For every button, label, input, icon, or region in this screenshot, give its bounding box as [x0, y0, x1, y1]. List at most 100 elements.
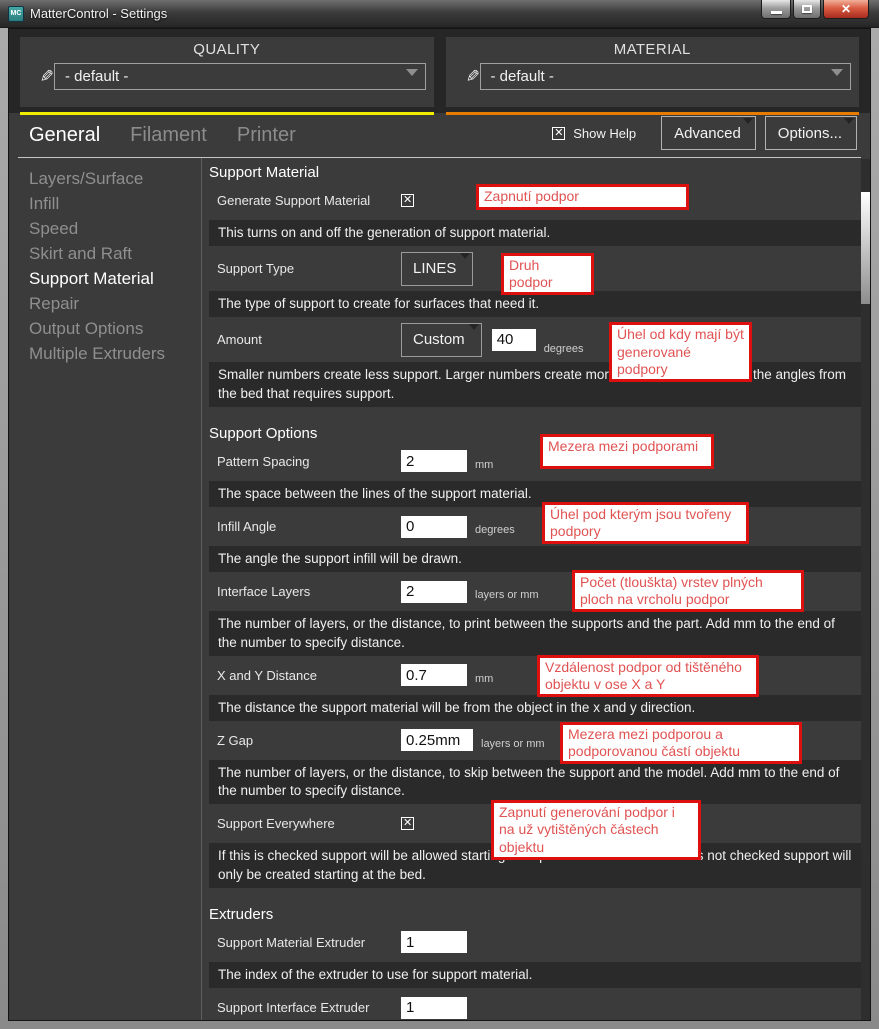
setting-row-interface-layers: Interface Layers layers or mm Počet (tlo…	[217, 579, 861, 604]
show-help-checkbox[interactable]	[552, 127, 565, 140]
chevron-down-icon	[406, 69, 418, 76]
scrollbar-thumb[interactable]	[861, 192, 870, 304]
sidebar-item-support-material[interactable]: Support Material	[29, 266, 201, 291]
interface-layers-input[interactable]	[401, 581, 467, 603]
settings-panel: Support Material Generate Support Materi…	[202, 158, 870, 1020]
sidebar-item-multiple-extruders[interactable]: Multiple Extruders	[29, 341, 201, 366]
chevron-down-icon	[469, 324, 479, 330]
setting-row-infill-angle: Infill Angle degrees Úhel pod kterým jso…	[217, 514, 861, 539]
edit-pencil-icon[interactable]: ✎	[454, 67, 480, 87]
sidebar-item-infill[interactable]: Infill	[29, 191, 201, 216]
sidebar-item-skirt-and-raft[interactable]: Skirt and Raft	[29, 241, 201, 266]
titlebar[interactable]: MC MatterControl - Settings ✕	[0, 0, 879, 28]
app-icon: MC	[8, 6, 24, 22]
edit-pencil-icon[interactable]: ✎	[28, 67, 54, 87]
tab-printer[interactable]: Printer	[237, 124, 296, 147]
unit-label: layers or mm	[481, 738, 545, 750]
amount-mode-value: Custom	[413, 331, 465, 348]
minimize-icon	[771, 11, 782, 14]
show-help-label: Show Help	[573, 126, 636, 141]
amount-mode-dropdown[interactable]: Custom	[401, 323, 482, 357]
annotation-amount: Úhel od kdy mají být generované podpory	[609, 322, 752, 381]
setting-label: Amount	[217, 332, 401, 347]
setting-row-generate-support: Generate Support Material Zapnutí podpor	[217, 188, 861, 213]
pattern-spacing-input[interactable]	[401, 450, 467, 472]
options-button-label: Options...	[778, 125, 842, 142]
infill-angle-input[interactable]	[401, 516, 467, 538]
window-frame: QUALITY ✎ - default - MATERIAL ✎ - defau…	[0, 28, 879, 1029]
setting-row-amount: Amount Custom degrees Úhel od kdy mají b…	[217, 321, 861, 358]
tab-general[interactable]: General	[29, 124, 100, 147]
setting-row-z-gap: Z Gap layers or mm Mezera mezi podporou …	[217, 728, 861, 753]
support-material-extruder-input[interactable]	[401, 931, 467, 953]
show-help-toggle[interactable]: Show Help	[552, 126, 636, 141]
sidebar-item-layers-surface[interactable]: Layers/Surface	[29, 166, 201, 191]
support-everywhere-checkbox[interactable]	[401, 817, 414, 830]
setting-label: Support Interface Extruder	[217, 1000, 401, 1015]
section-title-extruders: Extruders	[209, 906, 861, 923]
setting-label: X and Y Distance	[217, 668, 401, 683]
help-text: Smaller numbers create less support. Lar…	[209, 362, 861, 406]
unit-label: degrees	[544, 343, 584, 355]
setting-label: Pattern Spacing	[217, 454, 401, 469]
setting-row-support-everywhere: Support Everywhere Zapnutí generování po…	[217, 811, 861, 836]
chevron-down-icon	[743, 118, 753, 124]
main-area: Layers/Surface Infill Speed Skirt and Ra…	[9, 158, 870, 1020]
annotation-support-everywhere: Zapnutí generování podpor i na už vytišt…	[491, 800, 701, 859]
annotation-z-gap: Mezera mezi podporou a podporovanou část…	[560, 722, 802, 764]
annotation-interface-layers: Počet (tlouškta) vrstev plných ploch na …	[572, 570, 804, 612]
unit-label: mm	[475, 459, 493, 471]
help-text: The index of the extruder to use for sup…	[209, 962, 861, 988]
annotation-pattern-spacing: Mezera mezi podporami	[540, 434, 714, 469]
support-type-dropdown[interactable]: LINES	[401, 252, 473, 286]
presets-bar: QUALITY ✎ - default - MATERIAL ✎ - defau…	[9, 29, 870, 113]
window-content: QUALITY ✎ - default - MATERIAL ✎ - defau…	[8, 28, 871, 1021]
maximize-button[interactable]	[793, 0, 821, 19]
close-icon: ✕	[841, 2, 851, 16]
quality-panel: QUALITY ✎ - default -	[20, 37, 434, 107]
advanced-button[interactable]: Advanced	[661, 116, 756, 150]
help-text: The space between the lines of the suppo…	[209, 481, 861, 507]
window-title: MatterControl - Settings	[30, 6, 167, 21]
material-select[interactable]: - default -	[480, 63, 852, 90]
setting-label: Z Gap	[217, 733, 401, 748]
material-select-value: - default -	[491, 68, 554, 85]
support-interface-extruder-input[interactable]	[401, 997, 467, 1019]
chevron-down-icon	[831, 69, 843, 76]
tab-filament[interactable]: Filament	[130, 124, 207, 147]
close-button[interactable]: ✕	[823, 0, 869, 19]
setting-row-pattern-spacing: Pattern Spacing mm Mezera mezi podporami	[217, 449, 861, 474]
setting-row-support-interface-extruder: Support Interface Extruder	[217, 995, 861, 1020]
help-text: The number of layers, or the distance, t…	[209, 760, 861, 804]
vertical-scrollbar[interactable]	[861, 159, 870, 1020]
annotation-infill-angle: Úhel pod kterým jsou tvořeny podpory	[542, 502, 749, 544]
options-button[interactable]: Options...	[765, 116, 857, 150]
setting-label: Support Material Extruder	[217, 935, 401, 950]
xy-distance-input[interactable]	[401, 664, 467, 686]
quality-select[interactable]: - default -	[54, 63, 426, 90]
material-panel: MATERIAL ✎ - default -	[446, 37, 860, 107]
setting-label: Support Type	[217, 261, 401, 276]
unit-label: layers or mm	[475, 589, 539, 601]
z-gap-input[interactable]	[401, 729, 473, 751]
sidebar-item-output-options[interactable]: Output Options	[29, 316, 201, 341]
quality-title: QUALITY	[28, 41, 426, 58]
minimize-button[interactable]	[761, 0, 791, 19]
amount-input[interactable]	[492, 329, 536, 351]
material-title: MATERIAL	[454, 41, 852, 58]
sidebar-item-speed[interactable]: Speed	[29, 216, 201, 241]
annotation-support-type: Druh podpor	[501, 253, 594, 295]
section-title-support-material: Support Material	[209, 164, 861, 181]
setting-label: Interface Layers	[217, 584, 401, 599]
unit-label: degrees	[475, 524, 515, 536]
support-type-value: LINES	[413, 260, 456, 277]
generate-support-checkbox[interactable]	[401, 194, 414, 207]
sidebar-item-repair[interactable]: Repair	[29, 291, 201, 316]
annotation-generate-support: Zapnutí podpor	[476, 184, 689, 210]
annotation-xy-distance: Vzdálenost podpor od tištěného objektu v…	[537, 655, 759, 697]
setting-row-support-type: Support Type LINES Druh podpor	[217, 250, 861, 287]
unit-label: mm	[475, 673, 493, 685]
help-text: This turns on and off the generation of …	[209, 220, 861, 246]
settings-sidebar: Layers/Surface Infill Speed Skirt and Ra…	[18, 158, 202, 1020]
advanced-button-label: Advanced	[674, 125, 741, 142]
